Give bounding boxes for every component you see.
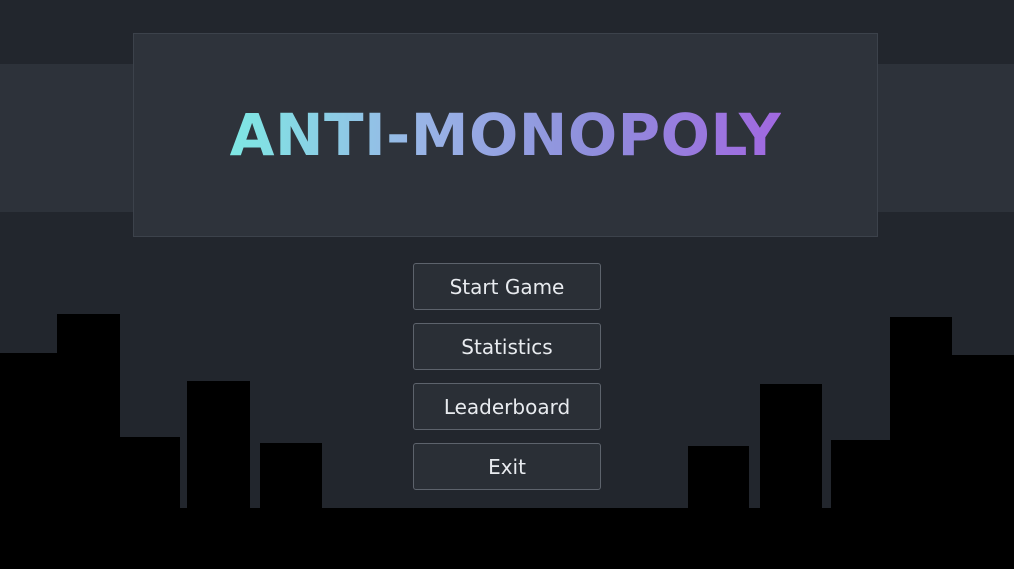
exit-label: Exit <box>488 454 526 479</box>
exit-button[interactable]: Exit <box>413 443 601 490</box>
leaderboard-label: Leaderboard <box>443 394 571 419</box>
game-title: ANTI-MONOPOLY <box>229 101 782 169</box>
statistics-button[interactable]: Statistics <box>413 323 601 370</box>
title-panel: ANTI-MONOPOLY <box>133 33 878 237</box>
start-game-button[interactable]: Start Game <box>413 263 601 310</box>
statistics-label: Statistics <box>461 334 553 359</box>
ground <box>0 508 1014 569</box>
start-game-label: Start Game <box>449 274 565 299</box>
leaderboard-button[interactable]: Leaderboard <box>413 383 601 430</box>
